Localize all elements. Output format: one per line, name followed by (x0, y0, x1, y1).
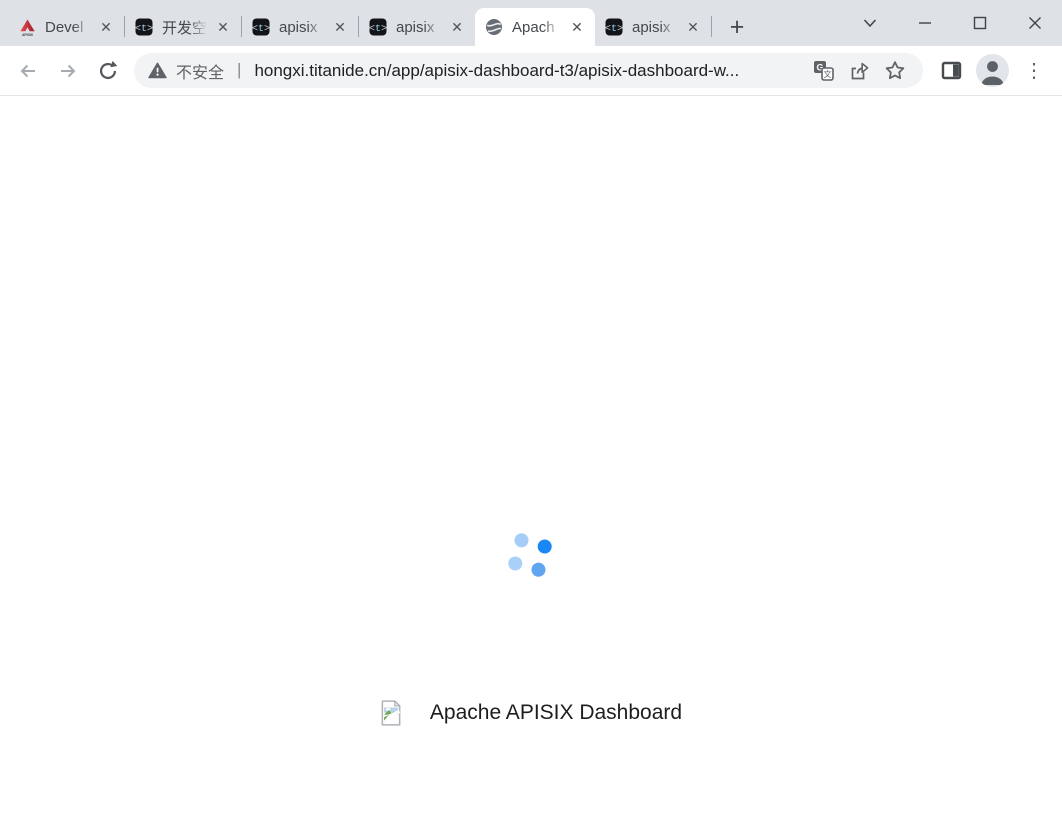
page-content: Apache APISIX Dashboard (0, 96, 1062, 814)
tab-title: Devel (45, 19, 94, 36)
spinner-dot (530, 561, 547, 578)
side-panel-icon (941, 60, 962, 81)
titanide-code-icon (369, 18, 387, 36)
omnibox-separator: | (237, 60, 241, 80)
close-icon[interactable]: ✕ (213, 17, 233, 37)
titanide-code-icon (135, 18, 153, 36)
back-button[interactable] (8, 51, 48, 91)
tab-apisix-3[interactable]: apisix ✕ (595, 8, 711, 46)
close-icon (1025, 13, 1045, 33)
window-controls (842, 0, 1062, 46)
tab-apache-apisix-dashboard-active[interactable]: Apach ✕ (475, 8, 595, 46)
bookmark-button[interactable] (877, 54, 913, 88)
titanide-code-icon (252, 18, 270, 36)
browser-menu-button[interactable]: ⋮ (1014, 51, 1054, 91)
tab-title: apisix (396, 19, 445, 36)
titanide-code-icon (605, 18, 623, 36)
address-bar[interactable]: 不安全 | hongxi.titanide.cn/app/apisix-dash… (134, 53, 923, 88)
not-secure-warning-icon (148, 62, 167, 79)
new-tab-button[interactable]: + (722, 12, 752, 42)
page-footer: Apache APISIX Dashboard (0, 700, 1062, 726)
close-icon[interactable]: ✕ (96, 17, 116, 37)
side-panel-button[interactable] (931, 51, 971, 91)
share-icon (848, 60, 870, 82)
tab-divider (711, 16, 712, 37)
globe-icon (485, 18, 503, 36)
star-icon (884, 60, 906, 82)
chevron-down-icon (860, 13, 880, 33)
broken-image-icon (380, 700, 402, 726)
forward-arrow-icon (57, 60, 79, 82)
close-icon[interactable]: ✕ (567, 17, 587, 37)
close-icon[interactable]: ✕ (447, 17, 467, 37)
tab-list: Devel ✕ 开发空 ✕ apisix ✕ apisix ✕ (0, 0, 752, 46)
tab-strip: Devel ✕ 开发空 ✕ apisix ✕ apisix ✕ (0, 0, 1062, 46)
svg-text:文: 文 (823, 69, 831, 79)
minimize-icon (915, 13, 935, 33)
close-icon[interactable]: ✕ (683, 17, 703, 37)
close-window-button[interactable] (1007, 0, 1062, 46)
translate-button[interactable]: G 文 (805, 54, 841, 88)
tab-title: Apach (512, 19, 565, 36)
apisix-logo-icon (18, 18, 36, 36)
maximize-button[interactable] (952, 0, 1007, 46)
browser-toolbar: 不安全 | hongxi.titanide.cn/app/apisix-dash… (0, 46, 1062, 96)
security-label[interactable]: 不安全 (176, 59, 224, 83)
spinner-dot (507, 555, 524, 572)
tab-search-button[interactable] (842, 0, 897, 46)
maximize-icon (970, 13, 990, 33)
close-icon[interactable]: ✕ (330, 17, 350, 37)
tab-apisix-2[interactable]: apisix ✕ (359, 8, 475, 46)
tab-title: apisix (632, 19, 681, 36)
back-arrow-icon (17, 60, 39, 82)
person-icon (976, 54, 1009, 87)
tab-kaifa[interactable]: 开发空 ✕ (125, 8, 241, 46)
reload-icon (97, 60, 119, 82)
url-text[interactable]: hongxi.titanide.cn/app/apisix-dashboard-… (254, 61, 805, 81)
tab-apisix-1[interactable]: apisix ✕ (242, 8, 358, 46)
minimize-button[interactable] (897, 0, 952, 46)
spinner-dot (536, 538, 553, 555)
translate-icon: G 文 (813, 60, 834, 81)
tab-title: 开发空 (162, 17, 211, 38)
tab-title: apisix (279, 19, 328, 36)
tab-devel[interactable]: Devel ✕ (8, 8, 124, 46)
spinner-dot (513, 532, 530, 549)
profile-avatar[interactable] (976, 54, 1009, 87)
reload-button[interactable] (88, 51, 128, 91)
page-title: Apache APISIX Dashboard (430, 701, 682, 725)
share-button[interactable] (841, 54, 877, 88)
browser-window: Devel ✕ 开发空 ✕ apisix ✕ apisix ✕ (0, 0, 1062, 814)
loading-spinner (507, 532, 554, 579)
forward-button[interactable] (48, 51, 88, 91)
